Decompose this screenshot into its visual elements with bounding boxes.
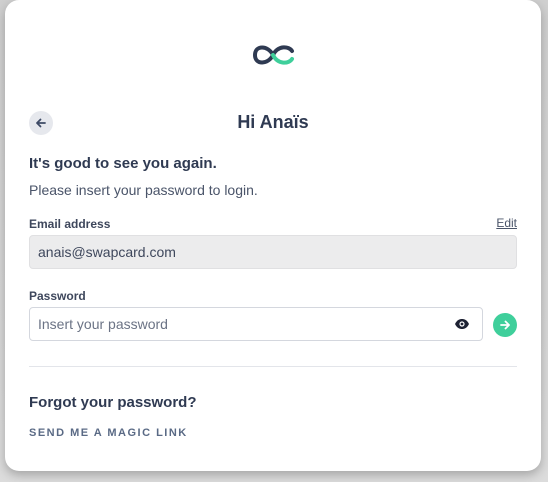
submit-password-button[interactable] — [493, 313, 517, 337]
password-field-wrapper — [29, 307, 483, 341]
email-label: Email address — [29, 217, 111, 231]
forgot-password-heading: Forgot your password? — [29, 394, 197, 411]
login-instructions: Please insert your password to login. — [29, 182, 258, 198]
welcome-headline: It's good to see you again. — [29, 155, 217, 172]
email-field: anais@swapcard.com — [29, 235, 517, 269]
edit-email-link[interactable]: Edit — [496, 216, 517, 230]
swapcard-logo — [251, 40, 297, 70]
send-magic-link-button[interactable]: SEND ME A MAGIC LINK — [29, 427, 188, 439]
password-input[interactable] — [30, 308, 440, 340]
greeting-title: Hi Anaïs — [237, 112, 309, 132]
password-label: Password — [29, 289, 86, 303]
show-password-toggle[interactable] — [454, 317, 470, 331]
email-value: anais@swapcard.com — [38, 244, 176, 260]
section-divider — [29, 366, 517, 367]
eye-icon — [455, 319, 469, 329]
login-card: Hi Anaïs It's good to see you again. Ple… — [5, 0, 541, 471]
arrow-right-icon — [500, 320, 510, 330]
